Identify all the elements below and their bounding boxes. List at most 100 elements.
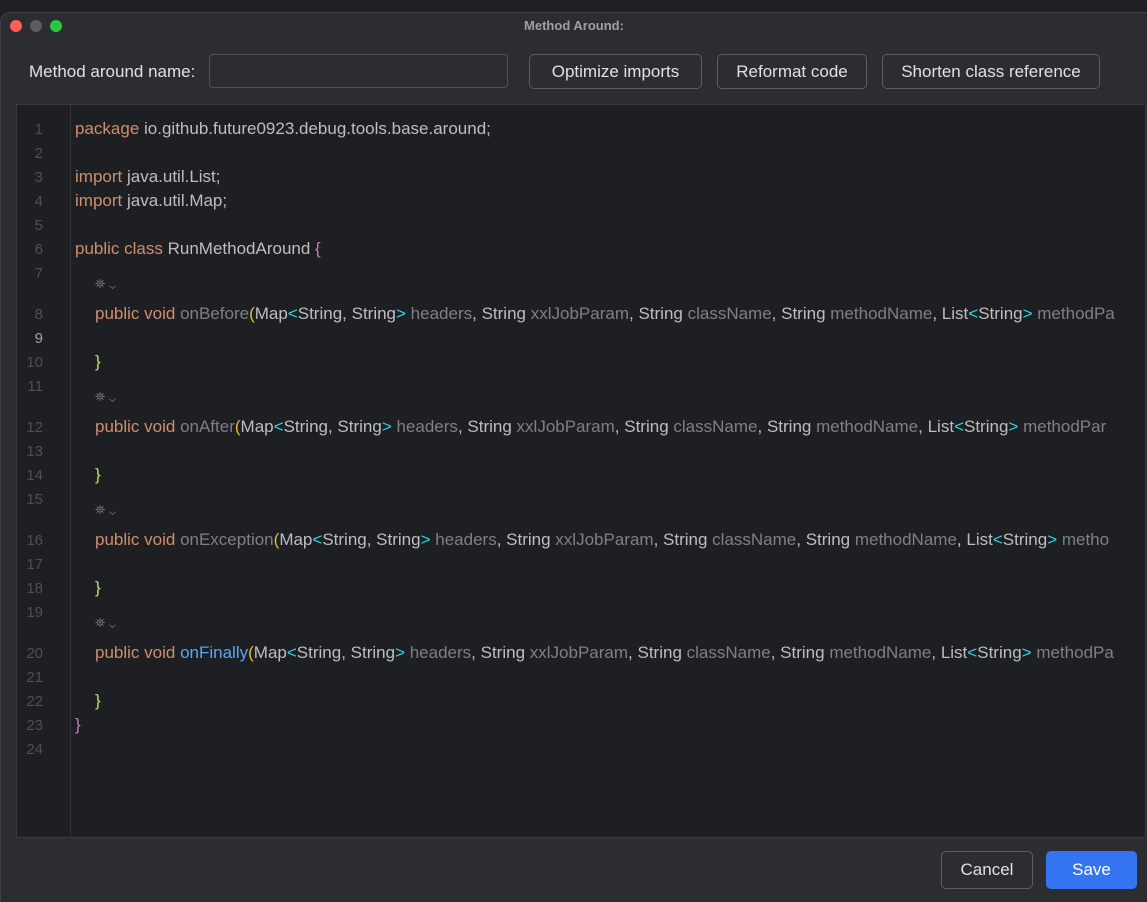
type: String <box>638 304 683 323</box>
line-number: 7 <box>34 265 43 282</box>
line-number: 23 <box>26 717 43 734</box>
param: xxlJobParam <box>525 643 629 662</box>
angle-bracket: < <box>992 530 1003 549</box>
line-number: 2 <box>34 145 43 162</box>
line-number: 3 <box>34 169 43 186</box>
param: methodName <box>811 417 919 436</box>
title-bar: Method Around: <box>1 13 1147 39</box>
comma: , <box>757 417 767 436</box>
type: String <box>978 304 1023 323</box>
comma: , <box>472 304 482 323</box>
type: List <box>940 643 968 662</box>
shorten-class-reference-button[interactable]: Shorten class reference <box>882 54 1100 89</box>
keyword: public void <box>95 304 176 323</box>
type: Map <box>254 304 288 323</box>
code-line-12: public void onAfter(Map<String, String> … <box>95 417 1106 437</box>
line-number: 11 <box>27 378 43 395</box>
type: List <box>941 304 969 323</box>
type: String <box>781 304 826 323</box>
type: String, String <box>297 304 397 323</box>
param: methodName <box>850 530 957 549</box>
line-number: 18 <box>26 580 43 597</box>
type: String <box>624 417 669 436</box>
comma: , <box>918 417 928 436</box>
comma: , <box>931 643 941 662</box>
angle-bracket: < <box>968 304 979 323</box>
package-name: io.github.future0923.debug.tools.base.ar… <box>139 119 491 138</box>
line-number: 24 <box>26 741 43 758</box>
keyword: public void <box>95 643 176 662</box>
angle-bracket: < <box>273 417 284 436</box>
type: Map <box>279 530 313 549</box>
reformat-code-button[interactable]: Reformat code <box>717 54 867 89</box>
inlay-hint-icon[interactable]: ⛯ ⌄ <box>95 276 116 292</box>
line-number: 14 <box>26 467 43 484</box>
method-name: onBefore <box>180 304 250 323</box>
code-editor[interactable]: 1 2 3 4 5 6 7 8 9 10 11 12 13 14 15 16 17 18 19 20 21 22 23 24 … <box>16 104 1146 838</box>
inlay-hint-icon[interactable]: ⛯ ⌄ <box>95 502 116 518</box>
comma: , <box>457 417 468 436</box>
comma: , <box>956 530 967 549</box>
keyword: public void <box>95 417 176 436</box>
cancel-button[interactable]: Cancel <box>941 851 1033 889</box>
type: String <box>1002 530 1048 549</box>
angle-bracket: > <box>381 417 392 436</box>
line-number: 12 <box>26 419 43 436</box>
code-line-6: public class RunMethodAround { <box>75 239 321 259</box>
comma: , <box>653 530 664 549</box>
angle-bracket: > <box>420 530 431 549</box>
param: className <box>681 643 771 662</box>
param: headers <box>430 530 497 549</box>
param: methodName <box>824 643 932 662</box>
param: xxlJobParam <box>550 530 654 549</box>
inlay-hint-icon[interactable]: ⛯ ⌄ <box>95 389 116 405</box>
optimize-imports-button[interactable]: Optimize imports <box>529 54 702 89</box>
angle-bracket: > <box>395 643 405 662</box>
line-number: 21 <box>26 669 43 686</box>
angle-bracket: < <box>954 417 964 436</box>
keyword: import <box>75 191 123 210</box>
line-number: 10 <box>26 354 43 371</box>
param: xxlJobParam <box>526 304 629 323</box>
open-brace: { <box>315 239 321 258</box>
type: String <box>964 417 1009 436</box>
line-number: 19 <box>26 604 43 621</box>
class-name: RunMethodAround <box>162 239 316 258</box>
line-number: 4 <box>34 193 43 210</box>
param: headers <box>405 643 472 662</box>
code-line-16: public void onException(Map<String, Stri… <box>95 530 1109 550</box>
type: String <box>780 643 825 662</box>
param: methodPar <box>1018 417 1107 436</box>
code-line-1: package io.github.future0923.debug.tools… <box>75 119 491 139</box>
type: String, String <box>296 643 396 662</box>
param: className <box>682 304 772 323</box>
param: className <box>668 417 758 436</box>
keyword: public void <box>95 530 176 549</box>
angle-bracket: < <box>286 643 297 662</box>
method-around-name-input[interactable] <box>209 54 508 88</box>
comma: , <box>771 304 782 323</box>
param: methodName <box>825 304 933 323</box>
type: String <box>506 530 551 549</box>
line-number: 1 <box>34 121 43 138</box>
comma: , <box>796 530 806 549</box>
comma: , <box>932 304 942 323</box>
line-number-gutter: 1 2 3 4 5 6 7 8 9 10 11 12 13 14 15 16 17 18 19 20 21 22 23 24 <box>17 105 71 837</box>
code-line-8: public void onBefore(Map<String, String>… <box>95 304 1115 324</box>
method-name: onAfter <box>180 417 235 436</box>
param: metho <box>1057 530 1110 549</box>
angle-bracket: > <box>1022 304 1033 323</box>
inlay-hint-icon[interactable]: ⛯ ⌄ <box>95 615 116 631</box>
param: className <box>707 530 797 549</box>
type: String <box>766 417 812 436</box>
save-button[interactable]: Save <box>1046 851 1137 889</box>
keyword: package <box>75 119 140 138</box>
line-number: 22 <box>26 693 43 710</box>
param: methodPa <box>1032 304 1115 323</box>
code-line-4: import java.util.Map; <box>75 191 227 211</box>
line-number: 15 <box>26 491 43 508</box>
close-brace: } <box>95 578 101 597</box>
type: String <box>977 643 1022 662</box>
type: String, String <box>322 530 421 549</box>
comma: , <box>614 417 625 436</box>
